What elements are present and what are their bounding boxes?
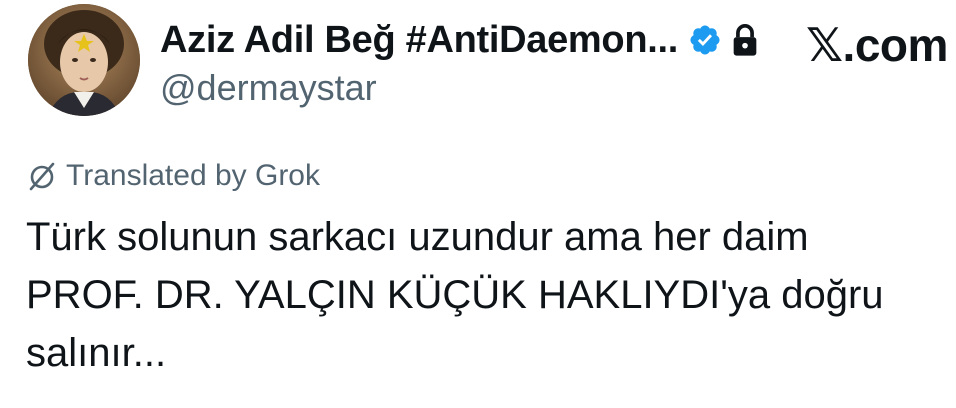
post-text-line: salınır... [26, 331, 167, 375]
post-card: Aziz Adil Beğ #AntiDaemon... 𝕏.com @derm… [0, 0, 956, 408]
translated-by-label: Translated by Grok [66, 159, 320, 192]
verified-badge-icon [688, 23, 722, 57]
author-display-name[interactable]: Aziz Adil Beğ #AntiDaemon... [160, 19, 678, 62]
x-com-badge[interactable]: 𝕏.com [806, 18, 948, 72]
author-handle[interactable]: @dermaystar [160, 67, 377, 109]
post-text-line: PROF. DR. YALÇIN KÜÇÜK HAKLIYDI'ya doğru [26, 273, 884, 317]
avatar[interactable] [28, 4, 140, 116]
avatar-portrait-image [28, 4, 140, 116]
post-text-line: Türk solunun sarkacı uzundur ama her dai… [26, 215, 809, 259]
lock-icon [730, 23, 760, 57]
grok-icon [26, 160, 58, 192]
translated-by-grok[interactable]: Translated by Grok [26, 158, 320, 194]
post-text: Türk solunun sarkacı uzundur ama her dai… [26, 208, 946, 382]
author-name-row: Aziz Adil Beğ #AntiDaemon... [160, 16, 760, 64]
